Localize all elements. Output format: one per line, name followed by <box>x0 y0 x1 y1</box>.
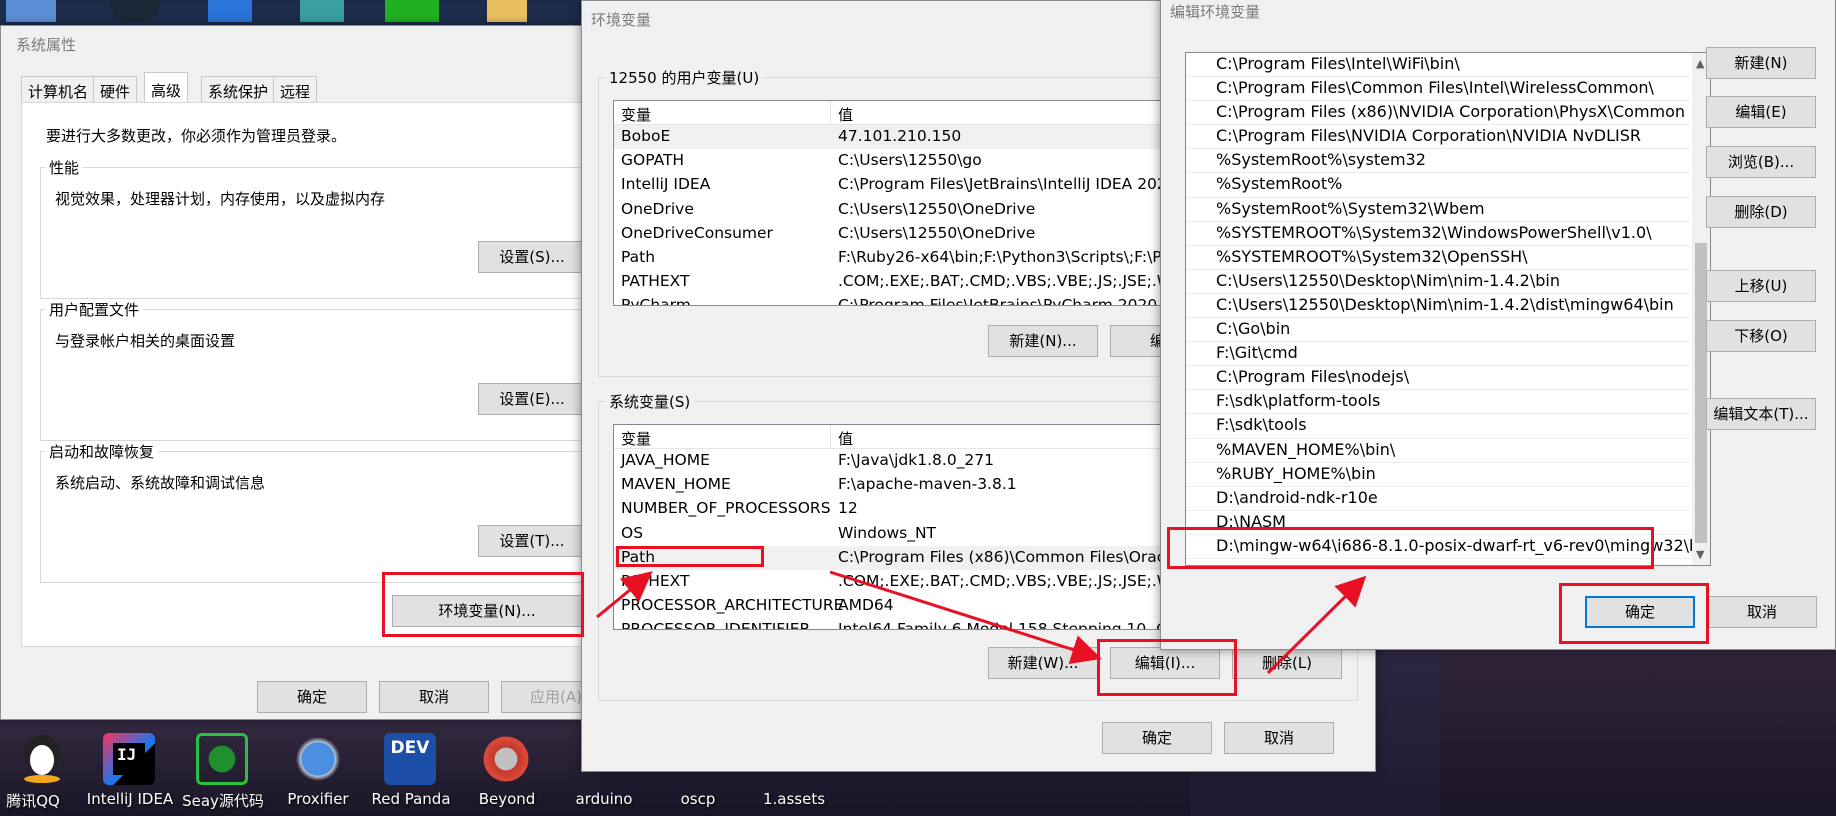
arrow-3 <box>1266 575 1367 675</box>
annotation-arrows <box>596 570 1367 675</box>
arrow-1 <box>596 571 653 619</box>
arrow-2 <box>829 570 1102 664</box>
